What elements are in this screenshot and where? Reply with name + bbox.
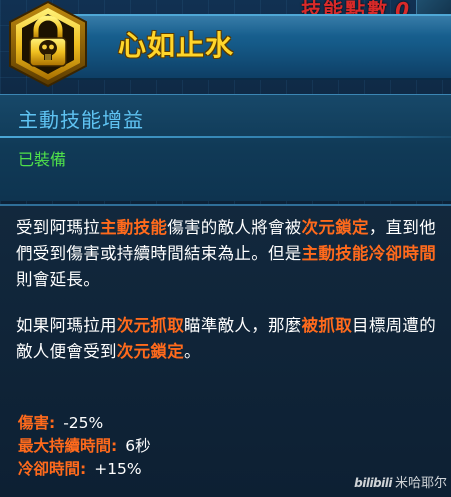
description-text: 傷害的敵人將會被 [167,218,302,237]
stat-value: 6秒 [125,437,151,455]
stat-value: +15% [94,460,142,478]
skull-padlock-icon[interactable] [4,0,92,88]
stat-label: 傷害: [18,414,56,432]
stat-row: 冷卻時間: +15% [18,458,318,481]
highlight-term: 次元鎖定 [116,342,185,361]
highlight-term: 次元抓取 [116,316,185,335]
stat-row: 傷害: -25% [18,412,318,435]
watermark: bilibili 米哈耶尔 [354,472,447,491]
description-paragraph-1: 受到阿瑪拉主動技能傷害的敵人將會被次元鎖定，直到他們受到傷害或持續時間結束為止。… [16,215,444,293]
highlight-term: 主動技能冷卻時間 [301,244,437,263]
description-text: 如果阿瑪拉用 [16,316,117,335]
highlight-term: 被抓取 [301,316,353,335]
skill-description: 受到阿瑪拉主動技能傷害的敵人將會被次元鎖定，直到他們受到傷害或持續時間結束為止。… [16,215,444,385]
stat-row: 最大持續時間: 6秒 [18,435,318,458]
highlight-term: 次元鎖定 [301,218,369,237]
watermark-user: 米哈耶尔 [394,476,447,491]
stat-value: -25% [63,414,104,432]
equipped-status: 已裝備 [18,150,67,169]
bilibili-logo: bilibili [354,476,392,490]
description-paragraph-2: 如果阿瑪拉用次元抓取瞄準敵人，那麼被抓取目標周遭的敵人便會受到次元鎖定。 [16,313,444,365]
skill-type: 主動技能增益 [18,108,144,132]
description-text: 瞄準敵人，那麼 [184,316,302,335]
description-text: 。 [184,342,201,361]
highlight-term: 主動技能 [100,218,168,237]
description-text: 受到阿瑪拉 [16,218,100,237]
stat-label: 最大持續時間: [18,437,118,455]
stat-label: 冷卻時間: [18,460,87,478]
skill-name: 心如止水 [118,29,235,62]
divider [0,136,451,138]
description-text: 則會延長。 [16,270,100,289]
skill-stats: 傷害: -25% 最大持續時間: 6秒冷卻時間: +15% [18,412,318,481]
